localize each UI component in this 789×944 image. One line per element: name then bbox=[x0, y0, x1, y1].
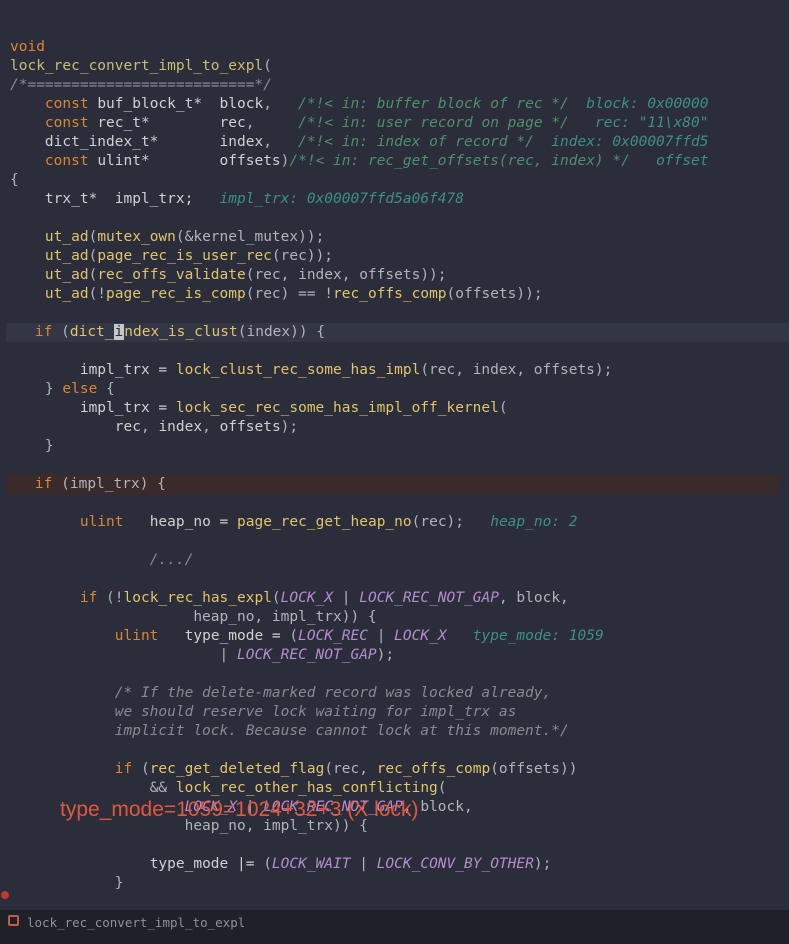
token-kw: void bbox=[10, 39, 45, 55]
comment: implicit lock. Because cannot lock at th… bbox=[10, 723, 569, 739]
param-comment: /*!< in: index of record */ bbox=[298, 134, 534, 150]
comment: we should reserve lock waiting for impl_… bbox=[10, 704, 516, 720]
assert: ut_ad bbox=[10, 248, 89, 264]
param: index bbox=[220, 134, 264, 150]
breakpoint-icon[interactable] bbox=[8, 915, 19, 926]
const: LOCK_X bbox=[394, 628, 446, 644]
function-name: lock_rec_convert_impl_to_expl bbox=[10, 58, 263, 74]
cursor-line: if (dict_index_is_clust(index)) { bbox=[0, 323, 789, 342]
type: buf_block_t* bbox=[97, 96, 202, 112]
param: block bbox=[220, 96, 264, 112]
paren: ); bbox=[534, 856, 551, 872]
status-filename: lock_rec_convert_impl_to_expl bbox=[27, 913, 245, 932]
inline-hint: offset bbox=[656, 153, 708, 169]
var-decl: trx_t* impl_trx; bbox=[10, 191, 193, 207]
type: dict_index_t* bbox=[45, 134, 159, 150]
param: offsets bbox=[220, 153, 281, 169]
code-editor[interactable]: void lock_rec_convert_impl_to_expl( /*==… bbox=[0, 0, 789, 910]
const: LOCK_REC bbox=[298, 628, 368, 644]
inline-hint: type_mode: 1059 bbox=[473, 628, 604, 644]
kw: const bbox=[45, 115, 97, 131]
text-cursor: i bbox=[114, 324, 125, 340]
diff-stripe: if (impl_trx) { bbox=[0, 475, 779, 494]
kw: const bbox=[45, 153, 97, 169]
const: LOCK_REC_NOT_GAP bbox=[359, 590, 499, 606]
comment: /* If the delete-marked record was locke… bbox=[10, 685, 551, 701]
param-comment: /*!< in: rec_get_offsets(rec, index) */ bbox=[289, 153, 629, 169]
op: | bbox=[10, 647, 237, 663]
param-comment: /*!< in: user record on page */ bbox=[298, 115, 569, 131]
args: , block, bbox=[499, 590, 569, 606]
assert: ut_ad bbox=[10, 267, 89, 283]
assert: ut_ad bbox=[10, 286, 89, 302]
breakpoint-marker-icon[interactable] bbox=[1, 891, 9, 899]
pad bbox=[150, 115, 220, 131]
const: LOCK_X bbox=[281, 590, 333, 606]
pad bbox=[158, 134, 219, 150]
paren: ); bbox=[377, 647, 394, 663]
assert: ut_ad bbox=[10, 229, 89, 245]
comment: /*==========================*/ bbox=[10, 77, 272, 93]
comma: , bbox=[263, 134, 272, 150]
paren: ( bbox=[263, 58, 272, 74]
inline-hint: block: 0x00000 bbox=[586, 96, 708, 112]
type: rec_t* bbox=[97, 115, 149, 131]
inline-hint: index: 0x00007ffd5 bbox=[551, 134, 708, 150]
const: LOCK_REC_NOT_GAP bbox=[237, 647, 377, 663]
overlay-annotation: type_mode=1059=1024+32+3 (X lock) bbox=[60, 800, 418, 819]
comma: , bbox=[263, 96, 272, 112]
gutter bbox=[0, 0, 6, 910]
brace: { bbox=[10, 172, 19, 188]
type: ulint* bbox=[97, 153, 149, 169]
const: LOCK_WAIT bbox=[272, 856, 351, 872]
args: heap_no, impl_trx)) { bbox=[10, 609, 377, 625]
status-bar: lock_rec_convert_impl_to_expl bbox=[0, 910, 789, 944]
op: | bbox=[333, 590, 359, 606]
comma: , bbox=[246, 115, 255, 131]
pad bbox=[150, 153, 220, 169]
param-comment: /*!< in: buffer block of rec */ bbox=[298, 96, 569, 112]
const: LOCK_CONV_BY_OTHER bbox=[377, 856, 534, 872]
inline-hint: heap_no: 2 bbox=[490, 514, 577, 530]
param: rec bbox=[220, 115, 246, 131]
pad bbox=[202, 96, 219, 112]
kw: const bbox=[45, 96, 97, 112]
inline-hint: impl_trx: 0x00007ffd5a06f478 bbox=[220, 191, 464, 207]
brace: } bbox=[10, 875, 124, 891]
fold-marker: /.../ bbox=[80, 552, 194, 568]
inline-hint: rec: "11\x80" bbox=[595, 115, 717, 131]
